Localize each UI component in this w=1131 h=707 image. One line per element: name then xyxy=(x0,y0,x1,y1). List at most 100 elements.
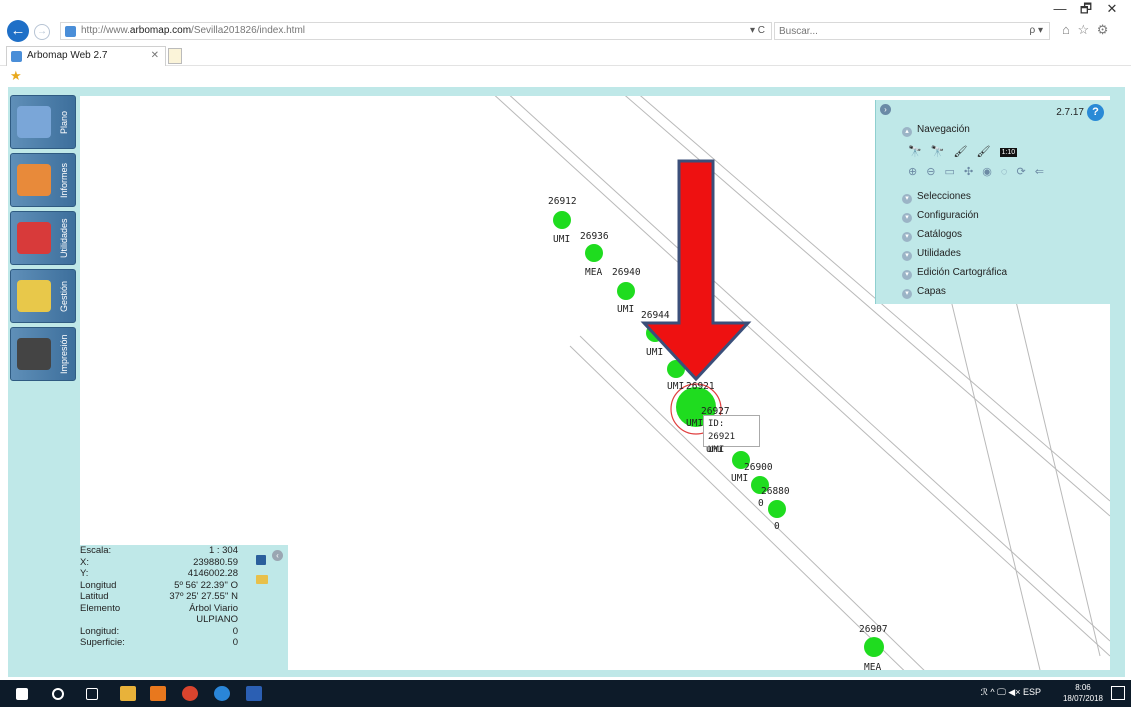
folder-open-icon[interactable] xyxy=(256,575,268,584)
info-row-scale: Escala: 1 : 304 xyxy=(80,545,238,556)
section-catalogos[interactable]: ▾ Catálogos xyxy=(902,229,962,242)
info-row-longitude: Longitud 5º 56' 22.39'' O xyxy=(80,579,238,591)
search-box[interactable]: ρ ▾ xyxy=(774,22,1050,40)
section-capas[interactable]: ▾ Capas xyxy=(902,286,946,299)
search-input[interactable] xyxy=(779,24,1009,38)
info-panel: Escala: 1 : 304 X: 239880.59 Y: 4146002.28 … xyxy=(80,545,288,670)
browser-chrome: — 🗗 ✕ ← → http://www.arbomap.com/Sevilla20… xyxy=(0,0,1131,86)
tab-arbomap[interactable]: Arbomap Web 2.7 ✕ xyxy=(6,46,166,66)
tree-marker[interactable] xyxy=(585,244,603,262)
tab-informes[interactable]: Informes xyxy=(10,153,76,207)
chrome-icon[interactable] xyxy=(182,686,198,701)
tree-id-label: 26940 xyxy=(612,267,641,278)
collapse-panel-icon[interactable]: › xyxy=(880,104,891,115)
favorites-star-icon[interactable]: ★ xyxy=(10,68,22,84)
tab-gestion-label: Gestión xyxy=(59,280,69,312)
tree-type-label: UMI xyxy=(667,381,684,392)
address-bar-row: ← → http://www.arbomap.com/Sevilla201826… xyxy=(0,18,1131,44)
search-icon[interactable]: ρ ▾ xyxy=(1030,25,1044,36)
file-explorer-icon[interactable] xyxy=(120,686,136,701)
scale-button[interactable]: 1:10 xyxy=(999,148,1018,157)
browser-toolbar-icons[interactable]: ⌂ ☆ ⚙ xyxy=(1062,22,1110,38)
section-edicion-cartografica[interactable]: ▾ Edición Cartográfica xyxy=(902,267,1007,280)
clock-date: 18/07/2018 xyxy=(1062,694,1103,703)
tree-marker[interactable] xyxy=(768,500,786,518)
section-configuracion[interactable]: ▾ Configuración xyxy=(902,210,979,223)
tree-type-label: 0 xyxy=(758,498,764,509)
word-icon[interactable] xyxy=(246,686,262,701)
tree-id-label: 26944 xyxy=(641,310,670,321)
outlook-icon[interactable] xyxy=(150,686,166,701)
section-label: Utilidades xyxy=(917,248,961,259)
info-row-latitude: Latitud 37º 25' 27.55'' N xyxy=(80,591,238,602)
tab-informes-label: Informes xyxy=(59,162,69,198)
tree-marker[interactable] xyxy=(553,211,571,229)
section-navegacion[interactable]: ▴ Navegación xyxy=(902,124,970,137)
tree-id-label: 26880 xyxy=(761,486,790,497)
info-row-x: X: 239880.59 xyxy=(80,556,238,568)
info-row-y: Y: 4146002.28 xyxy=(80,568,238,579)
tree-type-label: MEA xyxy=(585,267,602,278)
section-label: Capas xyxy=(917,286,946,297)
back-button[interactable]: ← xyxy=(7,20,29,42)
printer-icon xyxy=(17,338,51,370)
tab-impresion[interactable]: Impresión xyxy=(10,327,76,381)
forward-button[interactable]: → xyxy=(34,24,50,40)
save-icon[interactable] xyxy=(256,555,266,565)
navigation-tools-row1[interactable]: 🔭 🔭 🖌 🖌 1:10 xyxy=(908,145,1018,158)
site-favicon-icon xyxy=(65,26,76,37)
expand-arrow-icon: ▾ xyxy=(902,289,912,299)
tree-id-label: 26912 xyxy=(548,196,577,207)
tree-marker[interactable] xyxy=(617,282,635,300)
tab-plano[interactable]: Plano xyxy=(10,95,76,149)
tab-utilidades[interactable]: Utilidades xyxy=(10,211,76,265)
info-row-street: ULPIANO xyxy=(196,614,238,625)
clock[interactable]: 8:06 18/07/2018 xyxy=(1063,682,1103,704)
collapse-info-icon[interactable]: ‹ xyxy=(272,550,283,561)
info-row-element: Elemento Árbol Viario xyxy=(80,602,238,614)
tools-icon xyxy=(17,222,51,254)
system-tray[interactable]: ℛ ^ 🖵 ◀× ESP xyxy=(981,687,1041,698)
tree-type-label: UMI xyxy=(646,347,663,358)
windows-start-icon[interactable] xyxy=(16,688,28,700)
section-selecciones[interactable]: ▾ Selecciones xyxy=(902,191,971,204)
report-icon xyxy=(17,164,51,196)
close-window-button[interactable]: ✕ xyxy=(1099,1,1125,17)
tree-id-label: 26921 xyxy=(686,381,715,392)
tree-type-label: 0 xyxy=(774,521,780,532)
tree-type-label: MEA xyxy=(864,662,881,670)
minimize-button[interactable]: — xyxy=(1047,1,1073,16)
navigation-tools-row2[interactable]: ⊕ ⊖ ▭ ✣ ◉ ◌ ⟳ ⇐ xyxy=(908,165,1047,178)
app-version: 2.7.17 xyxy=(1056,107,1084,118)
tree-marker[interactable] xyxy=(864,637,884,657)
tooltip-type: UMI xyxy=(708,445,725,455)
section-label: Selecciones xyxy=(917,191,971,202)
tab-utilidades-label: Utilidades xyxy=(59,218,69,258)
new-tab-button[interactable] xyxy=(168,48,182,64)
expand-arrow-icon: ▾ xyxy=(902,270,912,280)
cortana-search-icon[interactable] xyxy=(52,688,64,700)
tree-type-label: UMI xyxy=(617,304,634,315)
tree-tooltip: ID: 26921 UMI xyxy=(703,415,760,455)
clock-time: 8:06 xyxy=(1075,683,1091,692)
expand-arrow-icon: ▾ xyxy=(902,251,912,261)
expand-arrow-icon: ▾ xyxy=(902,194,912,204)
notifications-icon[interactable] xyxy=(1111,686,1125,700)
refresh-button[interactable]: ▾ C xyxy=(750,25,765,36)
tree-id-label: 26900 xyxy=(744,462,773,473)
street-line xyxy=(579,335,925,670)
section-utilidades[interactable]: ▾ Utilidades xyxy=(902,248,961,261)
windows-taskbar: ℛ ^ 🖵 ◀× ESP 8:06 18/07/2018 xyxy=(0,680,1131,707)
info-row-area: Superficie: 0 xyxy=(80,637,238,648)
task-view-icon[interactable] xyxy=(86,688,98,700)
tree-id-label: 26936 xyxy=(580,231,609,242)
help-icon[interactable]: ? xyxy=(1087,104,1104,121)
url-field[interactable]: http://www.arbomap.com/Sevilla201826/ind… xyxy=(60,22,772,40)
tab-plano-label: Plano xyxy=(59,110,69,134)
internet-explorer-icon[interactable] xyxy=(214,686,230,701)
tab-impresion-label: Impresión xyxy=(59,334,69,374)
street-line xyxy=(569,345,905,670)
tab-gestion[interactable]: Gestión xyxy=(10,269,76,323)
favorites-bar: ★ xyxy=(0,66,1131,86)
tab-close-icon[interactable]: ✕ xyxy=(151,50,159,61)
